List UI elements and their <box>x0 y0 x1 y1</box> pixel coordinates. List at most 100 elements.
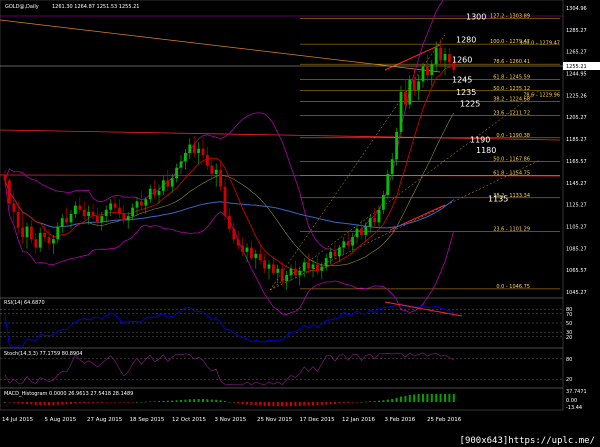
price-axis-label: 1225.26 <box>566 93 587 99</box>
candle-body <box>104 209 108 217</box>
macd-label: MACD_Histogram 0.0000 26.9613 27.5418 28… <box>4 391 133 397</box>
rsi-label: RSI(14) 64.6870 <box>4 300 45 306</box>
candle-body <box>236 239 240 246</box>
macd-bar <box>329 402 332 405</box>
candle-body <box>399 91 403 132</box>
macd-bar <box>153 401 156 402</box>
candle-body <box>184 152 187 162</box>
fib-label: 61.8 - 1154.75 <box>493 170 530 176</box>
macd-bar <box>105 402 108 403</box>
candle-body <box>122 213 126 221</box>
macd-bar <box>21 402 24 404</box>
date-axis-label: 17 Dec 2015 <box>300 417 336 423</box>
candle-body <box>52 239 55 244</box>
macd-bar <box>351 402 354 403</box>
candle-body <box>298 270 302 275</box>
candle-body <box>126 216 130 221</box>
candle-body <box>16 211 20 228</box>
macd-bar <box>241 402 244 405</box>
macd-bar <box>417 394 420 402</box>
candle-body <box>175 167 178 179</box>
macd-bar <box>74 402 77 404</box>
candle-body <box>21 227 24 238</box>
price-axis-label: 1125.27 <box>566 203 587 209</box>
candle-body <box>311 264 315 269</box>
candle-body <box>144 199 148 206</box>
candle-body <box>3 175 7 181</box>
candle-body <box>421 66 425 82</box>
candle-body <box>390 159 394 174</box>
candle-body <box>25 226 29 238</box>
candle-body <box>30 226 33 240</box>
macd-bar <box>127 402 130 403</box>
macd-bar <box>162 400 165 402</box>
candle-body <box>280 268 284 282</box>
candle-body <box>100 216 104 223</box>
macd-bar <box>294 402 297 407</box>
candle-body <box>109 203 112 210</box>
candle-body <box>324 258 328 267</box>
candle-body <box>368 218 372 227</box>
rsi-level-label: 20 <box>566 335 572 341</box>
candle-body <box>188 144 192 153</box>
date-axis-label: 3 Nov 2015 <box>215 417 247 423</box>
candle-body <box>329 251 332 259</box>
screenshot-watermark: [900x643]https://uplc.me/ <box>457 436 597 446</box>
candle-body <box>60 218 64 227</box>
date-axis-label: 14 Jul 2015 <box>2 417 34 423</box>
candle-body <box>267 264 271 269</box>
candle-body <box>426 66 429 76</box>
price-axis-label: 1304.96 <box>566 6 587 12</box>
candle-body <box>434 47 438 65</box>
macd-bar <box>34 402 37 405</box>
date-axis-label: 27 Aug 2015 <box>87 417 123 423</box>
macd-bar <box>114 402 116 403</box>
candle-body <box>214 169 218 174</box>
macd-bar <box>334 402 336 404</box>
macd-bar <box>149 401 152 403</box>
macd-bar <box>232 402 235 403</box>
macd-bar <box>144 401 147 403</box>
macd-bar <box>87 402 90 403</box>
macd-bar <box>347 402 350 403</box>
candle-body <box>78 205 82 210</box>
candle-body <box>38 232 42 248</box>
level-label: 1225 <box>460 100 480 109</box>
macd-bar <box>188 399 191 402</box>
macd-bar <box>12 402 15 403</box>
macd-bar <box>382 400 385 402</box>
macd-bar <box>386 399 389 402</box>
macd-bar <box>100 402 103 403</box>
level-label: 1180 <box>476 146 496 155</box>
candle-body <box>316 264 319 271</box>
date-axis-label: 25 Feb 2016 <box>427 417 462 423</box>
candle-body <box>135 201 139 208</box>
macd-bar <box>171 400 174 402</box>
candle-body <box>333 251 337 257</box>
macd-bar <box>307 402 310 406</box>
macd-bar <box>17 402 20 404</box>
macd-bar <box>426 394 429 402</box>
macd-bar <box>206 399 209 402</box>
macd-bar <box>224 401 226 402</box>
price-axis-label: 1265.27 <box>566 50 587 56</box>
macd-bar <box>281 402 284 407</box>
macd-bar <box>254 402 257 406</box>
macd-bar <box>404 395 407 402</box>
candle-body <box>12 203 16 212</box>
candle-body <box>320 266 324 271</box>
candle-body <box>56 226 60 240</box>
macd-bar <box>272 402 275 407</box>
candle-body <box>430 64 434 76</box>
macd-bar <box>219 400 222 402</box>
macd-axis-label: 37.7471 <box>566 389 587 395</box>
candle-body <box>285 274 288 282</box>
candle-body <box>346 241 350 246</box>
date-axis-label: 5 Aug 2015 <box>45 417 77 423</box>
macd-bar <box>70 402 72 404</box>
macd-bar <box>395 397 398 402</box>
candle-body <box>91 211 95 217</box>
level-label: 1235 <box>456 88 476 97</box>
candle-body <box>157 190 161 196</box>
macd-bar <box>56 402 59 405</box>
